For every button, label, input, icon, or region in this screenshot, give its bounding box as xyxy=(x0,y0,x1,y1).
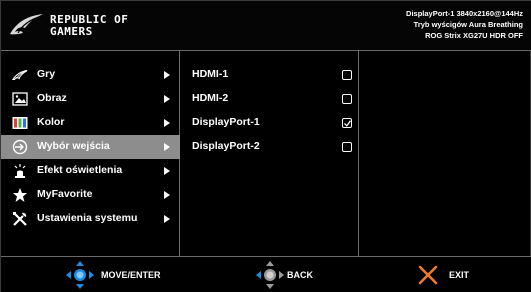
status-mode: Tryb wyścigów Aura Breathing xyxy=(413,20,523,29)
status-model: ROG Strix XG27U HDR OFF xyxy=(425,31,523,40)
back-label: BACK xyxy=(287,270,313,280)
menu-item-obraz[interactable]: Obraz xyxy=(1,87,180,111)
input-icon xyxy=(12,139,28,155)
input-option-label: DisplayPort-1 xyxy=(192,116,260,128)
menu-item-gry[interactable]: Gry xyxy=(1,63,180,87)
input-option-displayport-2[interactable]: DisplayPort-2 xyxy=(181,135,359,159)
image-icon xyxy=(12,91,28,107)
menu-label-wybor-wejscia: Wybór wejścia xyxy=(37,140,110,152)
menu-item-efekt-oswietlenia[interactable]: Efekt oświetlenia xyxy=(1,159,180,183)
input-option-label: DisplayPort-2 xyxy=(192,140,260,152)
menu-label-myfavorite: MyFavorite xyxy=(37,188,93,200)
chevron-right-icon xyxy=(164,191,170,199)
chevron-right-icon xyxy=(164,95,170,103)
chevron-right-icon xyxy=(164,119,170,127)
input-option-hdmi-2[interactable]: HDMI-2 xyxy=(181,87,359,111)
checkbox-checked-icon[interactable] xyxy=(342,118,352,128)
osd-header: REPUBLIC OF GAMERS DisplayPort-1 3840x21… xyxy=(1,1,531,51)
menu-label-gry: Gry xyxy=(37,68,56,80)
game-controller-icon xyxy=(12,67,28,83)
rog-eye-icon xyxy=(10,14,43,35)
star-icon xyxy=(12,187,28,203)
menu-item-kolor[interactable]: Kolor xyxy=(1,111,180,135)
joystick-back-icon xyxy=(256,261,284,289)
exit-label: EXIT xyxy=(449,270,470,280)
brand-line-2: GAMERS xyxy=(50,25,93,38)
menu-label-efekt-oswietlenia: Efekt oświetlenia xyxy=(37,164,123,176)
status-input-resolution: DisplayPort-1 3840x2160@144Hz xyxy=(406,9,523,18)
input-option-label: HDMI-2 xyxy=(192,92,229,104)
checkbox-unchecked-icon[interactable] xyxy=(342,70,352,80)
menu-item-ustawienia-systemu[interactable]: Ustawienia systemu xyxy=(1,207,180,231)
color-bars-icon xyxy=(12,115,28,131)
status-info: DisplayPort-1 3840x2160@144Hz Tryb wyści… xyxy=(406,8,523,41)
osd-window: REPUBLIC OF GAMERS DisplayPort-1 3840x21… xyxy=(0,0,531,292)
rog-logo: REPUBLIC OF GAMERS xyxy=(9,10,129,44)
lightbulb-icon xyxy=(12,163,28,179)
tools-icon xyxy=(12,211,28,227)
osd-footer: MOVE/ENTER BACK EXIT xyxy=(1,256,531,292)
chevron-right-icon xyxy=(164,143,170,151)
input-option-hdmi-1[interactable]: HDMI-1 xyxy=(181,63,359,87)
input-submenu: HDMI-1 HDMI-2 DisplayPort-1 DisplayPort-… xyxy=(181,51,359,256)
checkbox-unchecked-icon[interactable] xyxy=(342,142,352,152)
close-icon xyxy=(418,265,438,285)
menu-label-obraz: Obraz xyxy=(37,92,67,104)
input-option-label: HDMI-1 xyxy=(192,68,229,80)
back-button[interactable]: BACK xyxy=(255,257,325,292)
menu-label-kolor: Kolor xyxy=(37,116,65,128)
exit-button[interactable]: EXIT xyxy=(418,257,478,292)
chevron-right-icon xyxy=(164,215,170,223)
menu-label-ustawienia-systemu: Ustawienia systemu xyxy=(37,212,138,224)
chevron-right-icon xyxy=(164,71,170,79)
menu-item-myfavorite[interactable]: MyFavorite xyxy=(1,183,180,207)
input-option-displayport-1[interactable]: DisplayPort-1 xyxy=(181,111,359,135)
joystick-move-icon xyxy=(66,261,94,289)
move-enter-button[interactable]: MOVE/ENTER xyxy=(65,257,185,292)
move-enter-label: MOVE/ENTER xyxy=(101,270,161,280)
main-menu: Gry Obraz Kolor Wybór wejścia Efekt oświ… xyxy=(1,51,180,256)
chevron-right-icon xyxy=(164,167,170,175)
detail-panel xyxy=(360,51,531,256)
checkbox-unchecked-icon[interactable] xyxy=(342,94,352,104)
menu-item-wybor-wejscia[interactable]: Wybór wejścia xyxy=(1,135,180,159)
